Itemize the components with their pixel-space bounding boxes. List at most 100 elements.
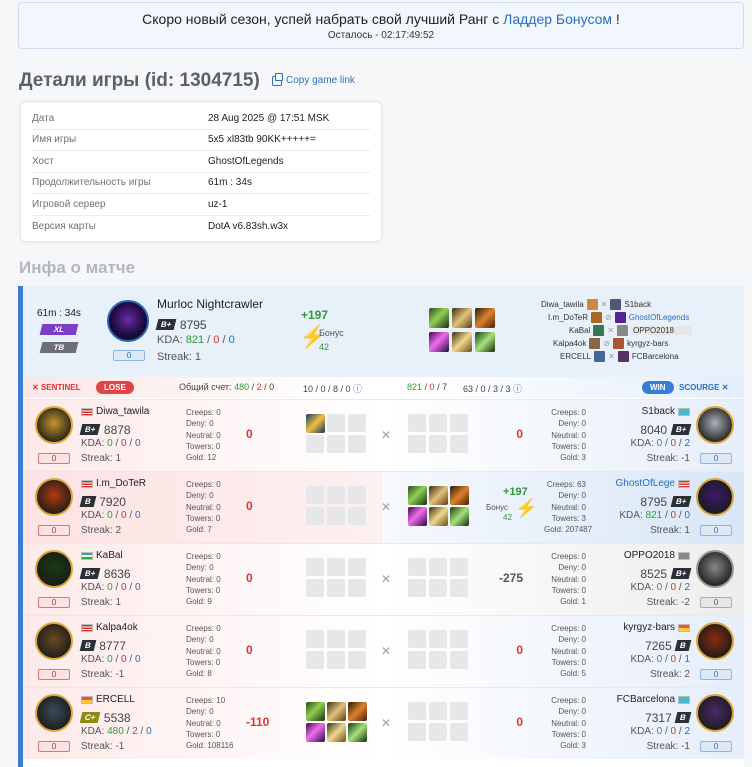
item-icon[interactable] bbox=[408, 507, 427, 526]
stat-towers: Towers: 0 bbox=[551, 441, 586, 451]
match-summary: 61m : 34s XL TB 0 Murloc Nightcrawler B+… bbox=[23, 286, 744, 377]
hero-level: 0 bbox=[113, 350, 145, 361]
matchup-right[interactable]: FCBarcelona bbox=[632, 352, 679, 361]
detail-row: Продолжительность игры 61m : 34s bbox=[32, 173, 370, 194]
item-icon[interactable] bbox=[429, 308, 449, 328]
stat-neutral: Neutral: 0 bbox=[551, 502, 586, 512]
item-icon[interactable] bbox=[306, 723, 325, 742]
hero-avatar[interactable] bbox=[35, 406, 73, 444]
rank-badge: B+ bbox=[79, 568, 101, 580]
item-icon[interactable] bbox=[348, 723, 367, 742]
item-icon[interactable] bbox=[408, 486, 427, 505]
detail-value: uz-1 bbox=[208, 198, 228, 210]
country-flag bbox=[81, 695, 93, 704]
empty-item-slot bbox=[327, 630, 345, 648]
matchup-right[interactable]: GhostOfLegends bbox=[629, 313, 689, 322]
matchup-left[interactable]: I.m_DoTeR bbox=[548, 313, 588, 322]
item-icon[interactable] bbox=[450, 507, 469, 526]
scourge-totals: 63 / 0 / 3 / 3 ⓘ bbox=[463, 384, 523, 394]
player-name[interactable]: I.m_DoTeR bbox=[81, 478, 146, 489]
hero-avatar[interactable] bbox=[696, 406, 734, 444]
matchup-left[interactable]: KaBal bbox=[569, 326, 590, 335]
player-name[interactable]: GhostOfLege bbox=[616, 478, 690, 489]
team-score-bar: ✕ SENTINEL LOSE Общий счет: 480 / 2 / 0 … bbox=[23, 377, 744, 398]
item-icon[interactable] bbox=[306, 702, 325, 721]
item-icon[interactable] bbox=[306, 414, 325, 433]
empty-item-slot bbox=[348, 507, 366, 525]
matchup-right[interactable]: OPPO2018 bbox=[631, 326, 692, 335]
mvp-rank: B+ 8795 bbox=[155, 316, 207, 334]
rating-change: 0 bbox=[246, 427, 253, 441]
rating: 7265 bbox=[645, 639, 672, 653]
item-icon[interactable] bbox=[348, 702, 367, 721]
scourge-label: SCOURGE ✕ bbox=[679, 383, 729, 392]
item-icon[interactable] bbox=[327, 723, 346, 742]
item-icon[interactable] bbox=[429, 486, 448, 505]
hero-avatar[interactable] bbox=[696, 478, 734, 516]
hero-level: 0 bbox=[38, 597, 70, 608]
empty-item-slot bbox=[408, 651, 426, 669]
item-icon[interactable] bbox=[452, 332, 472, 352]
info-icon[interactable]: ⓘ bbox=[353, 384, 362, 394]
matchup-row: KaBal ✕ OPPO2018 bbox=[569, 325, 692, 336]
matchup-right[interactable]: kyrgyz-bars bbox=[627, 339, 668, 348]
player-rank: B+ 8636 bbox=[79, 565, 131, 583]
lose-badge: LOSE bbox=[96, 381, 134, 394]
item-icon[interactable] bbox=[452, 308, 472, 328]
matchup-left[interactable]: ERCELL bbox=[560, 352, 591, 361]
item-icon[interactable] bbox=[475, 308, 495, 328]
hero-level: 0 bbox=[700, 525, 732, 536]
hero-avatar[interactable] bbox=[696, 550, 734, 588]
matchup-left[interactable]: Kalpa4ok bbox=[553, 339, 586, 348]
empty-item-slot bbox=[408, 630, 426, 648]
farm-stats: Creeps: 0 Deny: 0 Neutral: 0 Towers: 0 Gold:… bbox=[186, 623, 221, 679]
matchup-left[interactable]: Diwa_tawila bbox=[541, 300, 584, 309]
player-kda: KDA: 0 / 0 / 2 bbox=[630, 438, 691, 449]
bonus-value: 42 bbox=[319, 342, 330, 352]
empty-item-slot bbox=[408, 579, 426, 597]
player-name[interactable]: OPPO2018 bbox=[624, 550, 690, 561]
item-icon[interactable] bbox=[475, 332, 495, 352]
item-icon[interactable] bbox=[429, 507, 448, 526]
rating: 8040 bbox=[640, 423, 668, 437]
hero-avatar[interactable] bbox=[696, 694, 734, 732]
player-streak: Streak: 2 bbox=[81, 525, 122, 536]
player-rank: B+ 8878 bbox=[79, 421, 131, 439]
player-name[interactable]: S1back bbox=[642, 406, 690, 417]
ladder-bonus-link[interactable]: Ладдер Бонусом bbox=[503, 11, 612, 27]
player-name[interactable]: Diwa_tawila bbox=[81, 406, 149, 417]
player-kda: KDA: 0 / 0 / 0 bbox=[81, 438, 141, 449]
stat-creeps: Creeps: 0 bbox=[551, 624, 586, 633]
player-name[interactable]: ERCELL bbox=[81, 694, 135, 705]
player-name[interactable]: KaBal bbox=[81, 550, 123, 561]
rating: 8795 bbox=[640, 495, 668, 509]
empty-item-slot bbox=[348, 486, 366, 504]
item-icon[interactable] bbox=[450, 486, 469, 505]
player-name[interactable]: FCBarcelona bbox=[617, 694, 690, 705]
stat-towers: Towers: 0 bbox=[551, 585, 586, 595]
player-streak: Streak: -2 bbox=[646, 597, 690, 608]
rank-badge: B bbox=[79, 640, 97, 652]
sentinel-totals: 10 / 0 / 8 / 0 ⓘ bbox=[303, 384, 363, 394]
player-kda: KDA: 0 / 0 / 2 bbox=[630, 582, 691, 593]
hero-mini-icon bbox=[614, 312, 626, 323]
stat-deny: Deny: 0 bbox=[186, 635, 214, 645]
player-name[interactable]: kyrgyz-bars bbox=[623, 622, 690, 633]
hero-avatar[interactable] bbox=[35, 694, 73, 732]
info-icon[interactable]: ⓘ bbox=[513, 384, 522, 394]
hero-mini-icon bbox=[593, 325, 605, 336]
player-name[interactable]: Kalpa4ok bbox=[81, 622, 138, 633]
item-icon[interactable] bbox=[429, 332, 449, 352]
hero-avatar[interactable] bbox=[35, 622, 73, 660]
empty-item-slot bbox=[450, 558, 468, 576]
hero-avatar[interactable] bbox=[35, 478, 73, 516]
item-icon[interactable] bbox=[327, 702, 346, 721]
hero-avatar[interactable] bbox=[35, 550, 73, 588]
hero-avatar[interactable] bbox=[696, 622, 734, 660]
stat-deny: Deny: 0 bbox=[558, 419, 586, 429]
copy-game-link[interactable]: Copy game link bbox=[272, 72, 355, 86]
empty-item-slot bbox=[450, 723, 468, 741]
matchup-right[interactable]: S1back bbox=[624, 300, 651, 309]
hero-level: 0 bbox=[38, 741, 70, 752]
empty-item-slot bbox=[327, 486, 345, 504]
